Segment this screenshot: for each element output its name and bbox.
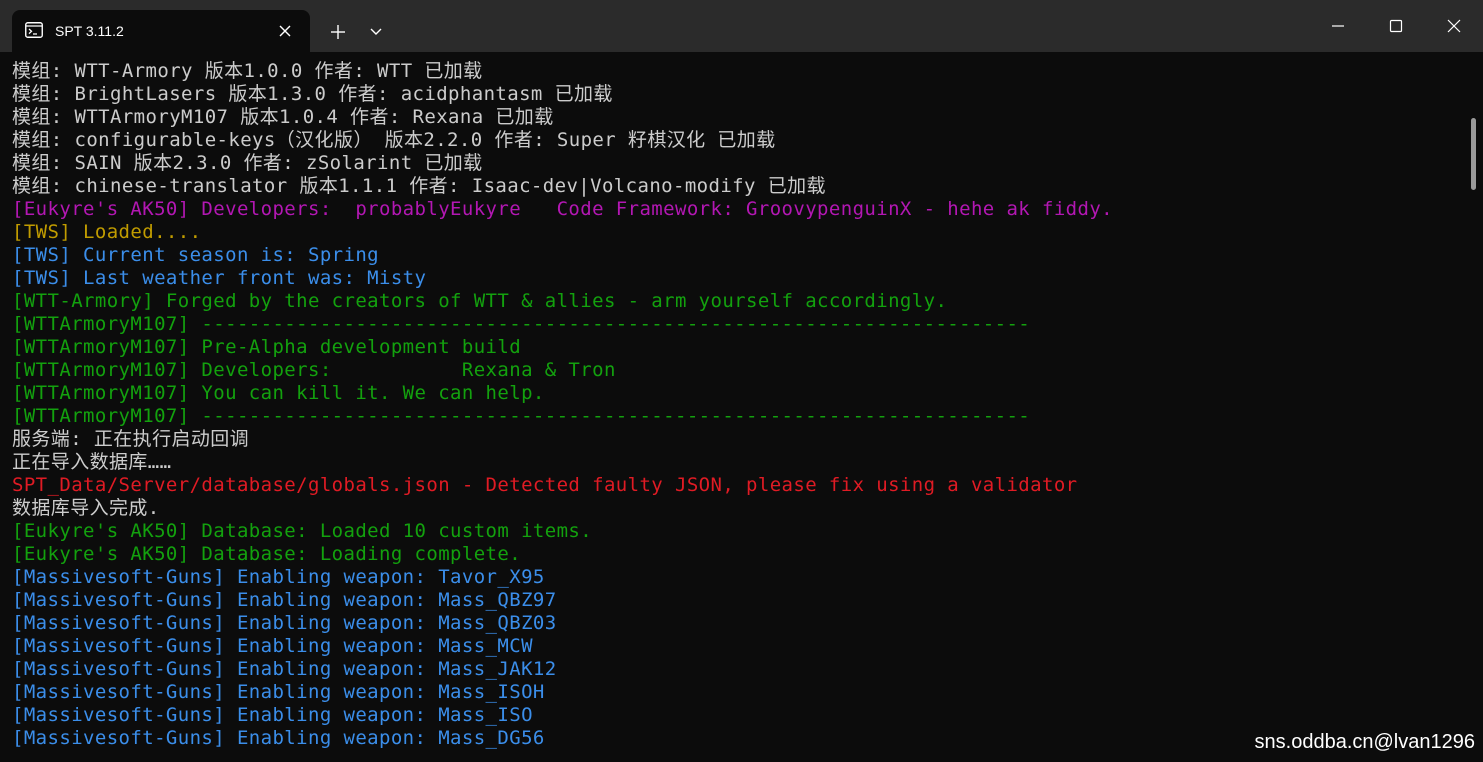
tab-title: SPT 3.11.2 [55,23,124,39]
output-line: [TWS] Current season is: Spring [12,244,380,266]
output-line: [Eukyre's AK50] Database: Loaded 10 cust… [12,520,593,542]
terminal-icon [25,22,43,38]
close-icon[interactable] [274,20,296,42]
tab-spt[interactable]: SPT 3.11.2 [12,10,310,52]
output-line: [TWS] Last weather front was: Misty [12,267,427,289]
chevron-down-icon[interactable] [362,17,390,47]
output-line: [WTTArmoryM107] ------------------------… [12,405,1031,427]
output-line: [Massivesoft-Guns] Enabling weapon: Mass… [12,612,557,634]
terminal-window: SPT 3.11.2 模组: WTT-Armory 版本1.0.0 作者: WT… [0,0,1483,762]
output-line: 模组: WTT-Armory 版本1.0.0 作者: WTT 已加载 [12,60,483,82]
output-line: [WTTArmoryM107] ------------------------… [12,313,1031,335]
close-icon[interactable] [1425,0,1483,52]
minimize-icon[interactable] [1309,0,1367,52]
output-line: [Massivesoft-Guns] Enabling weapon: Mass… [12,589,557,611]
output-line: [WTTArmoryM107] You can kill it. We can … [12,382,545,404]
output-line: [Massivesoft-Guns] Enabling weapon: Mass… [12,704,533,726]
output-line: 数据库导入完成. [12,497,160,519]
output-line: [WTT-Armory] Forged by the creators of W… [12,290,948,312]
output-line: [WTTArmoryM107] Developers: Rexana & Tro… [12,359,616,381]
output-line: [Eukyre's AK50] Developers: probablyEuky… [12,198,1114,220]
output-line: [Massivesoft-Guns] Enabling weapon: Mass… [12,658,557,680]
title-bar: SPT 3.11.2 [0,0,1483,52]
output-line: 服务端: 正在执行启动回调 [12,428,250,450]
scrollbar-thumb[interactable] [1471,118,1476,190]
output-line: 模组: WTTArmoryM107 版本1.0.4 作者: Rexana 已加载 [12,106,554,128]
output-line: 模组: chinese-translator 版本1.1.1 作者: Isaac… [12,175,826,197]
output-line: 正在导入数据库…… [12,451,172,473]
output-line: 模组: configurable-keys（汉化版） 版本2.2.0 作者: S… [12,129,776,151]
output-line: [Massivesoft-Guns] Enabling weapon: Tavo… [12,566,545,588]
plus-icon[interactable] [322,17,354,47]
output-line: SPT_Data/Server/database/globals.json - … [12,474,1078,496]
maximize-icon[interactable] [1367,0,1425,52]
output-line: [Eukyre's AK50] Database: Loading comple… [12,543,522,565]
output-line: [WTTArmoryM107] Pre-Alpha development bu… [12,336,522,358]
output-line: [Massivesoft-Guns] Enabling weapon: Mass… [12,635,533,657]
terminal-output[interactable]: 模组: WTT-Armory 版本1.0.0 作者: WTT 已加载 模组: B… [0,52,1470,762]
output-line: [TWS] Loaded.... [12,221,202,243]
output-line: 模组: BrightLasers 版本1.3.0 作者: acidphantas… [12,83,613,105]
output-lines: 模组: WTT-Armory 版本1.0.0 作者: WTT 已加载 模组: B… [12,60,1113,750]
output-line: [Massivesoft-Guns] Enabling weapon: Mass… [12,727,545,749]
watermark: sns.oddba.cn@lvan1296 [1254,731,1475,753]
output-line: [Massivesoft-Guns] Enabling weapon: Mass… [12,681,545,703]
output-line: 模组: SAIN 版本2.3.0 作者: zSolarint 已加载 [12,152,483,174]
